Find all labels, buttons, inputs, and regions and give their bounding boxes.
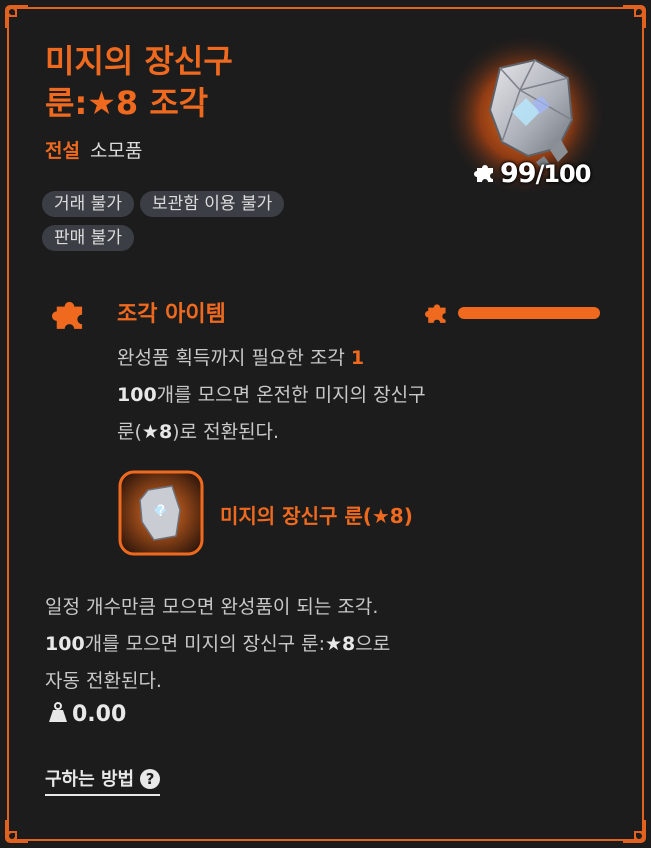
corner-ornament-icon: [5, 820, 28, 843]
desc-line2-number: 100: [117, 384, 157, 406]
fragment-count: 99/100: [474, 158, 592, 189]
corner-ornament-icon: [623, 820, 646, 843]
desc-line3-prefix: 룬(: [117, 421, 142, 443]
item-desc-line2-bold: ★8: [325, 633, 356, 655]
item-description: 일정 개수만큼 모으면 완성품이 되는 조각. 100개를 모으면 미지의 장신…: [45, 589, 565, 700]
item-grade: 전설: [45, 140, 80, 162]
desc-line2-text: 개를 모으면 온전한 미지의 장신구: [156, 384, 426, 406]
weight-value: 0.00: [72, 702, 127, 727]
item-desc-line2-number: 100: [45, 633, 85, 655]
tag-list: 거래 불가 보관함 이용 불가 판매 불가: [42, 191, 382, 259]
corner-ornament-icon: [623, 5, 646, 28]
section-title: 조각 아이템: [117, 302, 226, 327]
rune-result-icon[interactable]: ?: [118, 470, 204, 556]
tag-no-storage: 보관함 이용 불가: [139, 191, 285, 217]
item-title-line1: 미지의 장신구: [45, 42, 233, 80]
item-weight: 0.00: [48, 701, 126, 727]
desc-line1-text: 완성품 획득까지 필요한 조각: [117, 347, 351, 369]
item-title-line2: 룬:★8 조각: [45, 84, 209, 122]
puzzle-piece-icon: [425, 304, 446, 323]
item-desc-line3: 자동 전환된다.: [45, 670, 162, 692]
item-tooltip: 미지의 장신구 룬:★8 조각 전설 소모품 거래 불가 보관함 이용 불가 판매…: [0, 0, 651, 848]
puzzle-piece-icon: [52, 301, 83, 329]
item-desc-line1: 일정 개수만큼 모으면 완성품이 되는 조각.: [45, 596, 379, 618]
fragment-count-max: /100: [535, 160, 592, 188]
tag-no-sell: 판매 불가: [42, 225, 134, 251]
item-desc-line2-end: 으로: [355, 633, 391, 655]
section-description: 완성품 획득까지 필요한 조각 1 100개를 모으면 온전한 미지의 장신구 …: [117, 340, 547, 451]
tag-no-trade: 거래 불가: [42, 191, 134, 217]
item-grade-row: 전설 소모품: [45, 136, 142, 163]
fragment-count-owned: 99: [500, 158, 537, 189]
puzzle-piece-icon: [474, 165, 493, 182]
item-title: 미지의 장신구 룬:★8 조각: [45, 40, 405, 124]
help-icon[interactable]: ?: [140, 769, 161, 789]
item-desc-line2-mid: 개를 모으면 미지의 장신구 룬:: [84, 633, 325, 655]
desc-line3-bold: ★8: [141, 421, 173, 443]
corner-ornament-icon: [5, 5, 28, 28]
weight-icon: [49, 702, 67, 722]
svg-text:?: ?: [157, 501, 166, 520]
desc-line3-rest: )로 전환된다.: [172, 421, 280, 443]
how-to-obtain-link[interactable]: 구하는 방법?: [45, 765, 161, 796]
fragment-progress-bar: [458, 307, 600, 319]
how-to-obtain-label: 구하는 방법: [45, 769, 135, 790]
rune-result-name: 미지의 장신구 룬(★8): [220, 504, 413, 528]
item-category: 소모품: [90, 140, 143, 162]
desc-line1-number: 1: [350, 347, 365, 369]
